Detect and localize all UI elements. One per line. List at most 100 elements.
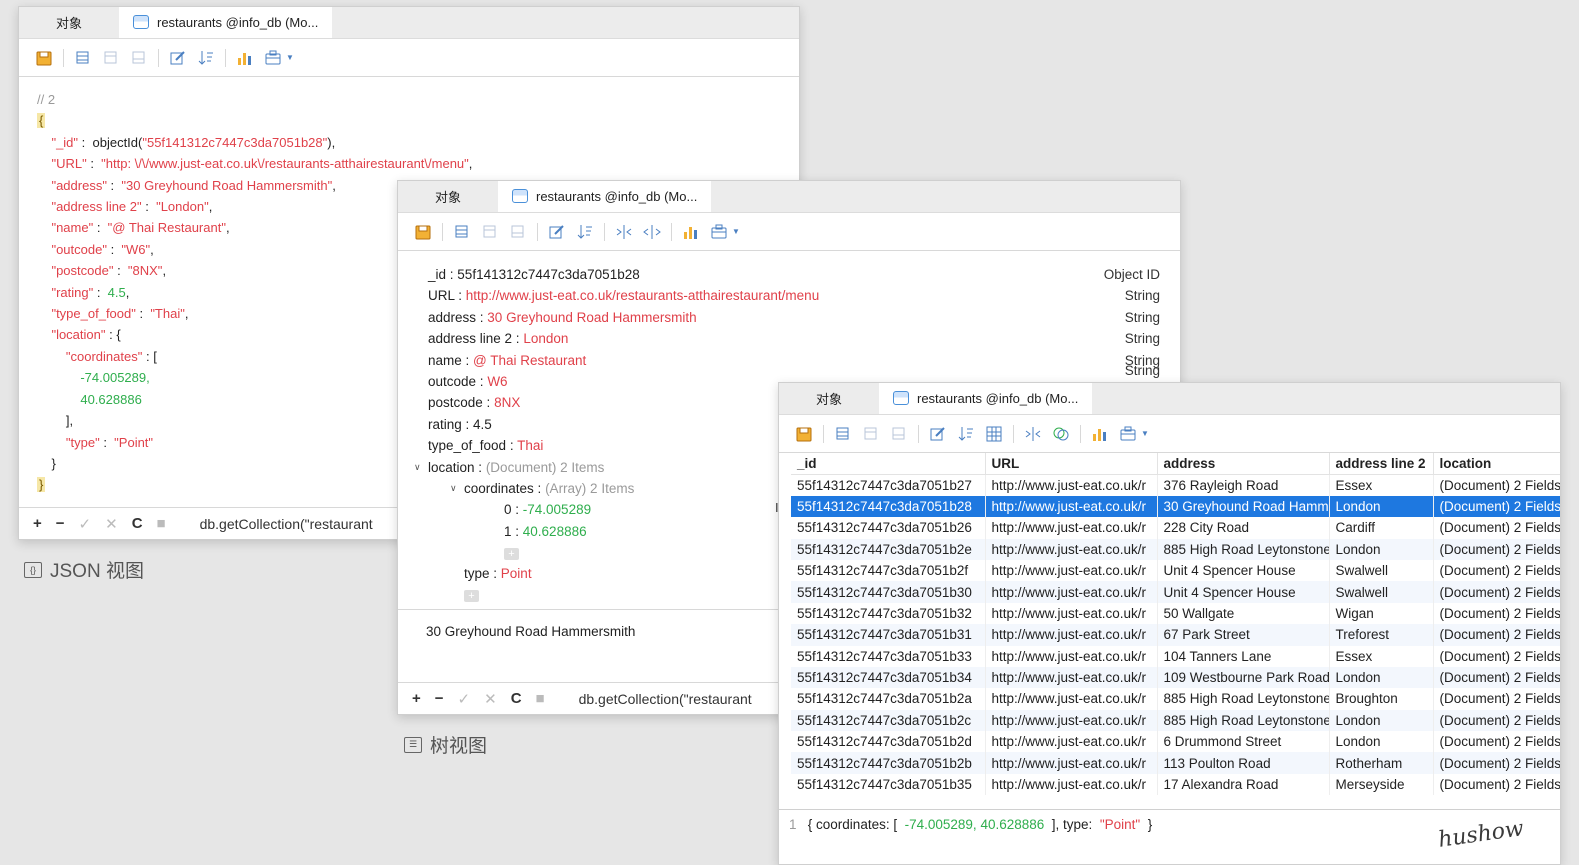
tree-row[interactable]: URL : http://www.just-eat.co.uk/restaura…	[418, 285, 1180, 306]
table-cell[interactable]: http://www.just-eat.co.uk/r	[985, 538, 1158, 560]
table-cell[interactable]: (Document) 2 Fields	[1433, 474, 1560, 496]
tree-row[interactable]: address : 30 Greyhound Road Hammersmith S…	[418, 307, 1180, 328]
edit-icon[interactable]	[546, 221, 568, 243]
table-cell[interactable]: Merseyside	[1329, 773, 1434, 796]
add-icon[interactable]: +	[412, 690, 421, 707]
table-cell[interactable]: 55f14312c7447c3da7051b35	[791, 773, 986, 796]
column-header[interactable]: location	[1433, 453, 1560, 475]
save-icon[interactable]	[33, 47, 55, 69]
tab-collection[interactable]: restaurants @info_db (Mo...	[119, 7, 333, 38]
view-mode-icon[interactable]	[708, 221, 730, 243]
table-cell[interactable]: http://www.just-eat.co.uk/r	[985, 666, 1158, 689]
table-cell[interactable]: 113 Poulton Road	[1157, 752, 1330, 774]
apply-icon[interactable]: ✓	[458, 690, 471, 708]
table-cell[interactable]: http://www.just-eat.co.uk/r	[985, 688, 1158, 710]
table-cell[interactable]: (Document) 2 Fields	[1433, 688, 1560, 710]
save-icon[interactable]	[412, 221, 434, 243]
remove-icon[interactable]: −	[56, 515, 65, 532]
table-cell[interactable]: 885 High Road Leytonstone	[1157, 688, 1330, 710]
column-header[interactable]: _id	[791, 453, 986, 475]
table-cell[interactable]: (Document) 2 Fields	[1433, 517, 1560, 539]
table-cell[interactable]: London	[1329, 495, 1434, 518]
sort-icon[interactable]	[195, 47, 217, 69]
table-cell[interactable]: 55f14312c7447c3da7051b2b	[791, 752, 986, 774]
table-cell[interactable]: (Document) 2 Fields	[1433, 538, 1560, 560]
table-cell[interactable]: 55f14312c7447c3da7051b30	[791, 581, 986, 603]
table-cell[interactable]: (Document) 2 Fields	[1433, 731, 1560, 753]
delete-record-icon[interactable]	[860, 423, 882, 445]
table-cell[interactable]: London	[1329, 666, 1434, 689]
table-cell[interactable]: http://www.just-eat.co.uk/r	[985, 624, 1158, 646]
table-row[interactable]: 55f14312c7447c3da7051b31 http://www.just-…	[791, 624, 1560, 646]
chevron-down-icon[interactable]: ∨	[414, 457, 421, 478]
chevron-down-icon[interactable]: ∨	[450, 478, 457, 499]
table-cell[interactable]: (Document) 2 Fields	[1433, 666, 1560, 689]
table-row[interactable]: 55f14312c7447c3da7051b2e http://www.just-…	[791, 538, 1560, 560]
table-cell[interactable]: London	[1329, 731, 1434, 753]
grid-icon[interactable]	[983, 423, 1005, 445]
table-cell[interactable]: http://www.just-eat.co.uk/r	[985, 773, 1158, 796]
table-cell[interactable]: 50 Wallgate	[1157, 602, 1330, 625]
table-cell[interactable]: 17 Alexandra Road	[1157, 773, 1330, 796]
filter-icon[interactable]	[1050, 423, 1072, 445]
table-row[interactable]: 55f14312c7447c3da7051b2c http://www.just-…	[791, 709, 1560, 732]
duplicate-record-icon[interactable]	[128, 47, 150, 69]
stop-icon[interactable]: ■	[536, 690, 545, 707]
table-cell[interactable]: 55f14312c7447c3da7051b2f	[791, 559, 986, 582]
table-cell[interactable]: (Document) 2 Fields	[1433, 581, 1560, 603]
delete-record-icon[interactable]	[479, 221, 501, 243]
table-cell[interactable]: http://www.just-eat.co.uk/r	[985, 709, 1158, 732]
table-cell[interactable]: 55f14312c7447c3da7051b28	[791, 495, 986, 518]
table-cell[interactable]: 55f14312c7447c3da7051b26	[791, 517, 986, 539]
table-cell[interactable]: 67 Park Street	[1157, 624, 1330, 646]
table-cell[interactable]: 55f14312c7447c3da7051b32	[791, 602, 986, 625]
table-cell[interactable]: Cardiff	[1329, 517, 1434, 539]
table-row[interactable]: 55f14312c7447c3da7051b2b http://www.just-…	[791, 752, 1560, 774]
delete-record-icon[interactable]	[100, 47, 122, 69]
tab-objects[interactable]: 对象	[779, 383, 879, 414]
column-header[interactable]: address	[1157, 453, 1330, 475]
table-row[interactable]: 55f14312c7447c3da7051b2d http://www.just-…	[791, 731, 1560, 753]
table-cell[interactable]: 30 Greyhound Road Hamm	[1157, 495, 1330, 518]
table-row[interactable]: 55f14312c7447c3da7051b2a http://www.just-…	[791, 688, 1560, 710]
table-cell[interactable]: Wigan	[1329, 602, 1434, 625]
table-row[interactable]: 55f14312c7447c3da7051b35 http://www.just-…	[791, 773, 1560, 796]
table-cell[interactable]: Swalwell	[1329, 559, 1434, 582]
table-cell[interactable]: (Document) 2 Fields	[1433, 709, 1560, 732]
add-field-icon[interactable]: +	[464, 590, 479, 603]
sort-icon[interactable]	[574, 221, 596, 243]
remove-icon[interactable]: −	[435, 690, 444, 707]
table-row[interactable]: 55f14312c7447c3da7051b26 http://www.just-…	[791, 517, 1560, 539]
discard-icon[interactable]: ✕	[105, 515, 118, 533]
tab-collection[interactable]: restaurants @info_db (Mo...	[879, 383, 1093, 414]
table-cell[interactable]: http://www.just-eat.co.uk/r	[985, 731, 1158, 753]
add-element-icon[interactable]: +	[504, 547, 519, 560]
table-row[interactable]: 55f14312c7447c3da7051b30 http://www.just-…	[791, 581, 1560, 603]
table-cell[interactable]: Unit 4 Spencer House	[1157, 559, 1330, 582]
chevron-down-icon[interactable]: ▼	[286, 53, 294, 62]
table-cell[interactable]: Unit 4 Spencer House	[1157, 581, 1330, 603]
table-cell[interactable]: (Document) 2 Fields	[1433, 773, 1560, 796]
table-cell[interactable]: http://www.just-eat.co.uk/r	[985, 581, 1158, 603]
table-cell[interactable]: http://www.just-eat.co.uk/r	[985, 602, 1158, 625]
table-row[interactable]: 55f14312c7447c3da7051b34 http://www.just-…	[791, 666, 1560, 689]
table-cell[interactable]: London	[1329, 538, 1434, 560]
refresh-icon[interactable]: C	[511, 690, 522, 707]
table-cell[interactable]: Essex	[1329, 474, 1434, 496]
table-cell[interactable]: (Document) 2 Fields	[1433, 624, 1560, 646]
table-cell[interactable]: (Document) 2 Fields	[1433, 602, 1560, 625]
tree-row[interactable]: address line 2 : London String	[418, 328, 1180, 349]
table-cell[interactable]: (Document) 2 Fields	[1433, 495, 1560, 518]
table-cell[interactable]: Broughton	[1329, 688, 1434, 710]
expand-icon[interactable]	[1022, 423, 1044, 445]
apply-icon[interactable]: ✓	[79, 515, 92, 533]
save-icon[interactable]	[793, 423, 815, 445]
collapse-icon[interactable]	[641, 221, 663, 243]
duplicate-record-icon[interactable]	[507, 221, 529, 243]
table-cell[interactable]: 55f14312c7447c3da7051b2d	[791, 731, 986, 753]
tab-objects[interactable]: 对象	[398, 181, 498, 212]
table-cell[interactable]: Rotherham	[1329, 752, 1434, 774]
table-cell[interactable]: 885 High Road Leytonstone	[1157, 709, 1330, 732]
view-mode-icon[interactable]	[1117, 423, 1139, 445]
add-icon[interactable]: +	[33, 515, 42, 532]
